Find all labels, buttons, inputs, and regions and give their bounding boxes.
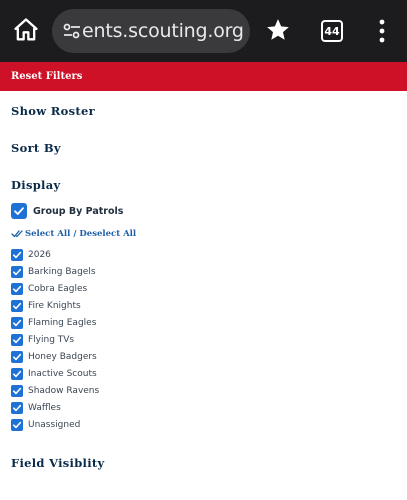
reset-filters-bar: Reset Filters: [0, 62, 407, 91]
check-icon: [13, 371, 22, 378]
checkbox-checked[interactable]: [11, 265, 23, 278]
checkbox-checked[interactable]: [11, 402, 23, 415]
checkbox-checked[interactable]: [11, 385, 23, 398]
patrol-label: Inactive Scouts: [28, 369, 97, 380]
checkbox-checked[interactable]: [11, 248, 23, 261]
star-icon[interactable]: [265, 17, 291, 43]
show-roster-heading[interactable]: Show Roster: [11, 104, 95, 118]
browser-toolbar: ents.scouting.org 44: [0, 0, 407, 62]
check-icon: [14, 207, 24, 215]
patrol-label: Honey Badgers: [28, 352, 97, 363]
address-bar[interactable]: ents.scouting.org: [52, 9, 250, 53]
patrol-checkbox-item[interactable]: Unassigned: [11, 417, 391, 434]
patrol-label: 2026: [28, 249, 51, 260]
check-icon: [13, 353, 22, 361]
tab-count: 44: [324, 24, 340, 38]
check-icon: [13, 302, 22, 310]
patrol-checkbox-item[interactable]: Shadow Ravens: [11, 383, 391, 400]
checkbox-checked[interactable]: [11, 316, 23, 329]
check-icon: [13, 319, 22, 327]
patrol-checkbox-item[interactable]: Barking Bagels: [11, 263, 391, 280]
checkbox-checked[interactable]: [11, 282, 23, 295]
patrol-label: Cobra Eagles: [28, 283, 88, 294]
check-icon: [13, 268, 22, 275]
checkbox-checked[interactable]: [11, 203, 27, 219]
home-icon[interactable]: [12, 16, 40, 44]
patrol-checkbox-item[interactable]: Waffles: [11, 400, 391, 417]
patrol-label: Unassigned: [28, 420, 81, 431]
patrol-label: Fire Knights: [28, 300, 81, 311]
sort-by-heading[interactable]: Sort By: [11, 141, 61, 155]
checkbox-checked[interactable]: [11, 299, 23, 312]
patrol-label: Barking Bagels: [28, 266, 96, 277]
patrol-label: Waffles: [28, 403, 61, 414]
patrol-checkbox-item[interactable]: Inactive Scouts: [11, 366, 391, 383]
check-icon: [13, 285, 22, 292]
checkbox-checked[interactable]: [11, 351, 23, 364]
display-heading[interactable]: Display: [11, 178, 60, 192]
select-toggle-row: Select All / Deselect All: [11, 229, 136, 239]
link-separator: /: [73, 229, 77, 239]
check-icon: [13, 388, 22, 395]
patrol-checkbox-item[interactable]: Flaming Eagles: [11, 314, 391, 331]
patrol-checkbox-item[interactable]: Fire Knights: [11, 297, 391, 314]
field-visibility-heading[interactable]: Field Visiblity: [11, 456, 104, 470]
deselect-all-link[interactable]: Deselect All: [79, 229, 136, 239]
patrol-checkbox-item[interactable]: Honey Badgers: [11, 349, 391, 366]
patrol-checkbox-item[interactable]: Flying TVs: [11, 331, 391, 348]
check-icon: [13, 405, 22, 412]
checkbox-checked[interactable]: [11, 419, 23, 432]
check-icon: [13, 422, 22, 429]
double-check-icon: [11, 230, 23, 238]
group-by-patrols-checkbox[interactable]: Group By Patrols: [11, 203, 123, 219]
group-by-patrols-label: Group By Patrols: [33, 205, 124, 217]
patrol-label: Flaming Eagles: [28, 317, 97, 328]
patrol-checkbox-item[interactable]: Cobra Eagles: [11, 280, 391, 297]
url-text[interactable]: ents.scouting.org: [82, 20, 244, 42]
select-all-link[interactable]: Select All: [25, 229, 70, 239]
patrol-checklist: 2026 Barking Bagels Cobra Eagles Fire Knigh…: [11, 246, 391, 434]
tune-icon[interactable]: [60, 19, 84, 43]
check-icon: [13, 336, 22, 344]
patrol-label: Flying TVs: [28, 335, 75, 346]
patrol-checkbox-item[interactable]: 2026: [11, 246, 391, 263]
more-vert-icon[interactable]: [378, 18, 386, 44]
checkbox-checked[interactable]: [11, 334, 23, 347]
patrol-label: Shadow Ravens: [28, 386, 100, 397]
checkbox-checked[interactable]: [11, 368, 23, 381]
check-icon: [13, 251, 22, 258]
reset-filters-button[interactable]: Reset Filters: [11, 71, 82, 82]
tabs-icon[interactable]: 44: [321, 20, 343, 42]
